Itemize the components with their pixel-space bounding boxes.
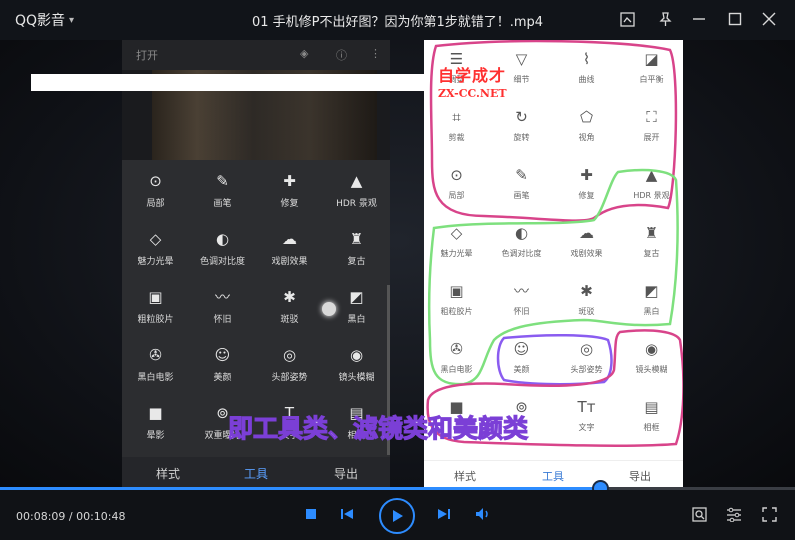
tool-icon: ◐: [215, 230, 230, 248]
left-tool-item[interactable]: ♜ 复古: [323, 228, 390, 284]
left-tool-item[interactable]: 〰怀旧: [189, 286, 256, 342]
tool-label: 镜头模糊: [338, 373, 375, 383]
tool-icon: ▣: [148, 288, 163, 306]
tool-label: 修复: [280, 199, 299, 209]
volume-icon[interactable]: [475, 507, 491, 521]
close-icon[interactable]: [758, 8, 780, 30]
left-tool-item[interactable]: ☁ 戏剧效果: [256, 228, 323, 284]
tool-icon: ■: [148, 404, 163, 422]
pink-loop-basic-tools: [429, 40, 678, 222]
tool-icon: ◇: [149, 230, 162, 248]
tool-label: 魅力光晕: [137, 257, 174, 267]
previous-icon[interactable]: [340, 507, 354, 521]
purple-loop-beauty: [496, 333, 613, 386]
tab-export[interactable]: 导出: [629, 468, 651, 484]
tool-label: 粗粒胶片: [137, 315, 174, 325]
screenshot-icon[interactable]: [616, 8, 638, 30]
left-tool-item[interactable]: ✇ 黑白电影: [122, 344, 189, 400]
left-tool-item[interactable]: ⊙ 局部: [122, 170, 189, 226]
tab-export[interactable]: 导出: [334, 465, 358, 482]
play-button[interactable]: [379, 498, 415, 534]
subtitle: 即工具类、滤镜类和美颜类: [227, 413, 529, 443]
white-overlay-bar: [31, 74, 433, 91]
left-tool-item[interactable]: ☺ 美颜: [189, 344, 256, 400]
tool-icon: ⊙: [149, 172, 162, 190]
time-display: 00:08:09 / 00:10:48: [16, 510, 126, 523]
tool-label: 画笔: [213, 199, 232, 209]
left-tool-item[interactable]: ◉ 镜头模糊: [323, 344, 390, 400]
tab-tools[interactable]: 工具: [244, 465, 268, 482]
title-bar: QQ影音 ▾ 01 手机修P不出好图？因为你第1步就错了！.mp4: [0, 0, 795, 40]
left-tool-item[interactable]: ◐ 色调对比度: [189, 228, 256, 284]
tool-label: 怀旧: [213, 315, 232, 325]
left-tool-item[interactable]: ◇ 魅力光晕: [122, 228, 189, 284]
maximize-icon[interactable]: [724, 8, 746, 30]
tool-label: 美颜: [213, 373, 232, 383]
tool-icon: ✇: [149, 346, 162, 364]
open-label: 打开: [136, 49, 158, 62]
next-icon[interactable]: [437, 507, 451, 521]
minimize-icon[interactable]: [688, 8, 710, 30]
tool-label: 斑驳: [280, 315, 299, 325]
layers-icon: ◈: [300, 47, 309, 60]
left-tool-item[interactable]: ■ 晕影: [122, 402, 189, 458]
left-tool-item[interactable]: ✱ 斑驳: [256, 286, 323, 342]
tool-icon: ♜: [349, 230, 364, 248]
touch-indicator: [322, 302, 336, 316]
play-icon: [393, 510, 403, 522]
tool-label: 戏剧效果: [271, 257, 308, 267]
info-icon: ⓘ: [336, 49, 347, 62]
tool-label: 局部: [146, 199, 165, 209]
right-bottom-tabs: 样式 工具 导出: [424, 460, 683, 487]
snapshot-icon[interactable]: [692, 507, 707, 526]
tool-label: 黑白电影: [137, 373, 174, 383]
tool-label: 头部姿势: [271, 373, 308, 383]
tool-icon: ◉: [349, 346, 364, 364]
tool-icon: ◎: [282, 346, 297, 364]
left-bottom-tabs: 样式 工具 导出: [122, 457, 390, 487]
tab-style[interactable]: 样式: [156, 465, 180, 482]
tool-icon: ✱: [283, 288, 296, 306]
tab-tools[interactable]: 工具: [542, 468, 564, 484]
tool-icon: ▲: [350, 172, 363, 190]
tool-icon: 〰: [214, 288, 230, 306]
left-tool-item[interactable]: ✚ 修复: [256, 170, 323, 226]
tool-label: 复古: [347, 257, 366, 267]
tool-label: 色调对比度: [199, 257, 245, 267]
left-tool-item[interactable]: ▣ 粗粒胶片: [122, 286, 189, 342]
pin-icon[interactable]: [654, 8, 676, 30]
phone-topbar: 打开 ◈ ⓘ ⋮: [122, 40, 390, 70]
tool-label: HDR 景观: [336, 199, 377, 209]
video-area[interactable]: 打开 ◈ ⓘ ⋮ ⊙ 局部 ✎ 画笔 ✚ 修复 ▲ HDR 景观 ◇ 魅力光晕 ◐ 色调对比度 ☁ 戏剧效…: [0, 40, 795, 487]
left-tool-item[interactable]: ✎ 画笔: [189, 170, 256, 226]
left-tool-item[interactable]: ▲ HDR 景观: [323, 170, 390, 226]
fullscreen-icon[interactable]: [762, 507, 777, 526]
stop-icon[interactable]: [305, 508, 317, 520]
tool-icon: ☁: [282, 230, 297, 248]
more-icon: ⋮: [370, 47, 381, 60]
tool-icon: ✎: [216, 172, 229, 190]
green-loop-filters: [427, 168, 679, 386]
settings-sliders-icon[interactable]: [726, 507, 742, 526]
annotation-overlay: [426, 40, 683, 447]
tool-icon: ☺: [214, 346, 231, 364]
tool-label: 晕影: [146, 431, 165, 441]
tab-style[interactable]: 样式: [454, 468, 476, 484]
tool-icon: ✚: [283, 172, 296, 190]
left-tool-item[interactable]: ◎ 头部姿势: [256, 344, 323, 400]
playback-controls: 00:08:09 / 00:10:48: [0, 490, 795, 540]
